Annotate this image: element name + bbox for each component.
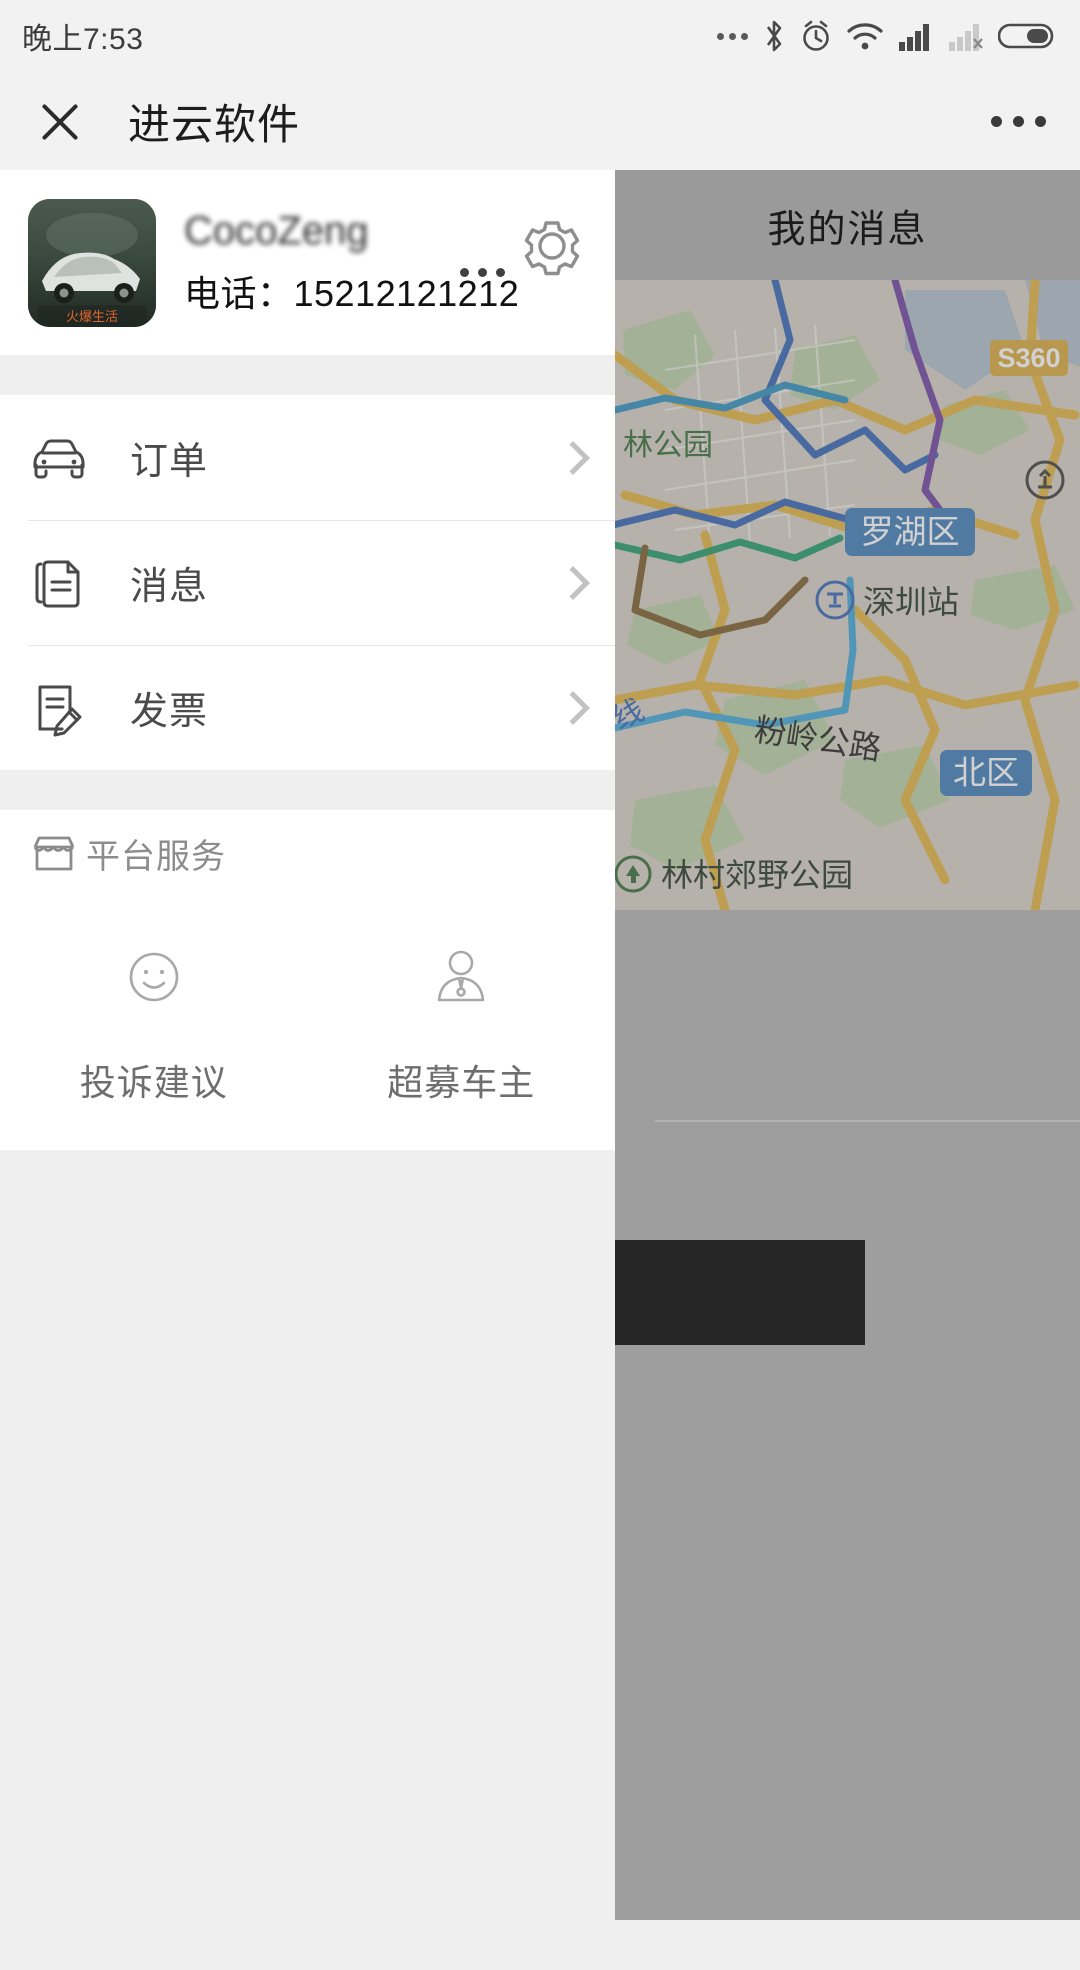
svg-text:罗湖区: 罗湖区 <box>861 512 960 551</box>
invoice-icon <box>28 677 90 739</box>
menu-list: 订单 消息 发票 <box>0 395 615 770</box>
menu-item-label: 订单 <box>130 441 209 483</box>
spacer-2 <box>0 770 615 810</box>
svg-text:林公园: 林公园 <box>623 428 713 463</box>
menu-item-orders[interactable]: 订单 <box>0 395 615 520</box>
close-icon[interactable] <box>34 95 86 147</box>
gear-icon[interactable] <box>519 213 585 279</box>
chevron-right-icon <box>556 440 590 475</box>
service-tiles: 投诉建议 超募车主 <box>0 896 615 1150</box>
chevron-right-icon <box>556 565 590 600</box>
bluetooth-icon <box>766 20 782 52</box>
spacer-1 <box>0 355 615 395</box>
menu-item-invoice[interactable]: 发票 <box>0 645 615 770</box>
background-media-block <box>615 1240 865 1345</box>
car-icon <box>28 427 90 489</box>
profile-card[interactable]: 火爆生活 CocoZeng 电话：15212121212 <box>0 170 615 355</box>
service-tile-label: 投诉建议 <box>79 1062 228 1103</box>
service-tile-car-owner[interactable]: 超募车主 <box>308 942 616 1106</box>
profile-name: CocoZeng <box>184 208 369 253</box>
svg-text:深圳站: 深圳站 <box>863 583 959 621</box>
background-page-title: 我的消息 <box>767 208 928 251</box>
map-badge-beiqu: 北区 <box>940 750 1032 796</box>
svg-text:火爆生活: 火爆生活 <box>66 310 118 325</box>
battery-icon <box>998 23 1054 49</box>
section-header-platform-services: 平台服务 <box>0 810 615 896</box>
app-title: 进云软件 <box>128 100 301 148</box>
menu-item-messages[interactable]: 消息 <box>0 520 615 645</box>
message-icon <box>28 552 90 614</box>
map-view[interactable]: S360 林公园 罗湖区 深圳站 粉岭公路 线 北区 林村郊野公园 <box>615 280 1080 910</box>
smiley-icon <box>119 942 189 1012</box>
person-icon <box>426 942 496 1012</box>
section-label: 平台服务 <box>86 837 226 876</box>
service-tile-label: 超募车主 <box>387 1062 536 1103</box>
menu-item-label: 消息 <box>130 566 209 608</box>
signal-full-icon <box>899 24 929 51</box>
menu-item-label: 发票 <box>130 691 209 733</box>
background-divider-1 <box>655 1120 1080 1122</box>
svg-text:林村郊野公园: 林村郊野公园 <box>661 856 853 894</box>
more-dots-icon <box>717 32 748 40</box>
profile-phone: 电话：15212121212 <box>184 272 520 314</box>
svg-text:北区: 北区 <box>953 753 1019 792</box>
side-drawer: 火爆生活 CocoZeng 电话：15212121212 订单 消息 发票 平台… <box>0 170 615 1970</box>
chevron-right-icon <box>556 690 590 725</box>
more-horizontal-icon[interactable] <box>991 115 1046 127</box>
signal-off-icon <box>949 24 983 51</box>
app-bar: 进云软件 <box>0 72 1080 170</box>
profile-texts: CocoZeng 电话：15212121212 <box>184 208 520 317</box>
status-time: 晚上7:53 <box>22 23 144 56</box>
avatar[interactable]: 火爆生活 <box>28 198 156 327</box>
alarm-icon <box>803 20 829 51</box>
background-page-header: 我的消息 <box>615 170 1080 280</box>
map-badge-luohu: 罗湖区 <box>845 508 975 556</box>
service-tile-complaints[interactable]: 投诉建议 <box>0 942 308 1106</box>
profile-more-icon[interactable] <box>460 268 505 277</box>
svg-text:S360: S360 <box>997 343 1060 373</box>
map-shield-s360: S360 <box>990 340 1068 376</box>
profile-row[interactable]: 火爆生活 CocoZeng 电话：15212121212 <box>0 170 615 355</box>
drawer-tail <box>0 1150 615 1970</box>
background-content-area <box>615 910 1080 1920</box>
wifi-icon <box>847 23 883 50</box>
status-icons <box>717 19 1058 53</box>
status-bar: 晚上7:53 <box>0 0 1080 72</box>
storefront-icon <box>28 827 80 879</box>
map-canvas: S360 林公园 罗湖区 深圳站 粉岭公路 线 北区 林村郊野公园 <box>615 280 1080 910</box>
